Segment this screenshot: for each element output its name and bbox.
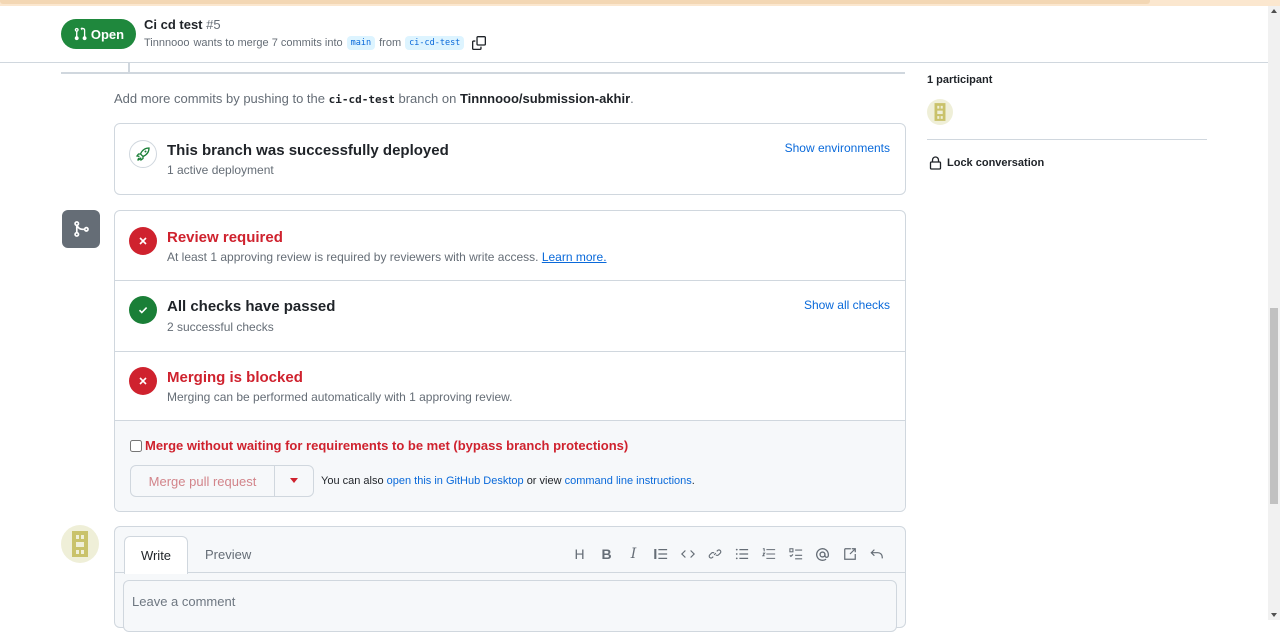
timeline-tick	[128, 63, 130, 72]
undo-icon[interactable]	[863, 544, 890, 564]
sidebar-divider	[927, 139, 1207, 140]
merge-button-group: Merge pull request	[130, 465, 314, 497]
x-icon	[129, 367, 157, 395]
add-commits-suffix: .	[630, 91, 634, 106]
pull-request-icon	[74, 27, 87, 41]
from-text: from	[379, 37, 402, 49]
merging-blocked-subtitle: Merging can be performed automatically w…	[167, 390, 513, 404]
x-icon	[129, 227, 157, 255]
comment-placeholder: Leave a comment	[132, 594, 236, 609]
status-badge-open: Open	[61, 19, 136, 49]
learn-more-link[interactable]: Learn more.	[542, 250, 607, 264]
rocket-icon	[129, 140, 157, 168]
tab-write[interactable]: Write	[124, 536, 188, 574]
deploy-subtitle: 1 active deployment	[167, 163, 274, 177]
triangle-down-icon	[290, 478, 298, 483]
checks-passed-row: All checks have passed 2 successful chec…	[115, 281, 905, 352]
link-icon[interactable]	[701, 544, 728, 564]
bypass-option[interactable]: Merge without waiting for requirements t…	[130, 438, 628, 453]
add-commits-repo[interactable]: Tinnnooo/submission-akhir	[460, 91, 630, 106]
also-suffix: .	[691, 475, 695, 487]
task-list-icon[interactable]	[782, 544, 809, 564]
also-prefix: You can also	[321, 475, 384, 487]
merging-blocked-row: Merging is blocked Merging can be perfor…	[115, 352, 905, 421]
ordered-list-icon[interactable]	[755, 544, 782, 564]
lock-icon	[929, 156, 942, 170]
comment-textarea[interactable]: Leave a comment	[123, 580, 897, 632]
scrollbar-thumb[interactable]	[1270, 308, 1278, 504]
pr-title-text: Ci cd test	[144, 17, 203, 32]
base-branch-tag[interactable]: main	[346, 36, 376, 50]
reference-icon[interactable]	[836, 544, 863, 564]
git-merge-icon	[62, 210, 100, 248]
merge-pull-request-button[interactable]: Merge pull request	[131, 466, 275, 496]
participants-count: 1 participant	[927, 74, 993, 86]
add-commits-mid: branch on	[398, 91, 457, 106]
top-strip-inner	[0, 0, 1150, 4]
open-github-desktop-link[interactable]: open this in GitHub Desktop	[387, 475, 524, 487]
show-environments-link[interactable]: Show environments	[785, 141, 890, 155]
bypass-checkbox[interactable]	[130, 439, 142, 452]
show-all-checks-link[interactable]: Show all checks	[804, 298, 890, 312]
tab-preview[interactable]: Preview	[205, 547, 251, 562]
comment-box: Write Preview H B I Leave a comment	[114, 526, 906, 632]
scroll-up-icon[interactable]	[1271, 9, 1277, 13]
markdown-toolbar: H B I	[566, 544, 890, 564]
avatar[interactable]	[61, 525, 99, 563]
bold-icon[interactable]: B	[593, 544, 620, 564]
scroll-down-icon[interactable]	[1271, 613, 1277, 617]
checks-passed-title: All checks have passed	[167, 298, 336, 315]
add-commits-hint: Add more commits by pushing to the ci-cd…	[114, 91, 634, 106]
review-required-title: Review required	[167, 229, 283, 246]
checks-passed-subtitle: 2 successful checks	[167, 320, 274, 334]
lock-conversation-button[interactable]: Lock conversation	[929, 156, 1044, 170]
sticky-header: Open Ci cd test #5 Tinnnooo wants to mer…	[0, 6, 1268, 63]
heading-icon[interactable]: H	[566, 544, 593, 564]
timeline-divider	[61, 72, 905, 74]
bypass-label: Merge without waiting for requirements t…	[145, 438, 629, 453]
pr-merge-text: wants to merge 7 commits into	[193, 37, 343, 49]
add-commits-branch: ci-cd-test	[328, 93, 395, 106]
also-mid: or view	[526, 475, 562, 487]
status-label: Open	[90, 26, 125, 42]
pr-number: #5	[206, 17, 221, 32]
merge-box: Review required At least 1 approving rev…	[114, 210, 906, 512]
merge-area: Merge without waiting for requirements t…	[115, 421, 905, 511]
participant-avatar[interactable]	[927, 99, 953, 125]
quote-icon[interactable]	[647, 544, 674, 564]
lock-label: Lock conversation	[947, 157, 1045, 169]
check-icon	[129, 296, 157, 324]
pr-title: Ci cd test #5	[144, 17, 221, 32]
review-required-text: At least 1 approving review is required …	[167, 250, 539, 264]
head-branch-tag[interactable]: ci-cd-test	[405, 36, 465, 50]
pr-author[interactable]: Tinnnooo	[144, 37, 189, 49]
review-required-subtitle: At least 1 approving review is required …	[167, 250, 607, 264]
merging-blocked-title: Merging is blocked	[167, 369, 303, 386]
code-icon[interactable]	[674, 544, 701, 564]
mention-icon[interactable]	[809, 544, 836, 564]
scrollbar[interactable]	[1268, 6, 1280, 620]
deployment-box: This branch was successfully deployed 1 …	[114, 123, 906, 195]
pr-meta: Tinnnooo wants to merge 7 commits into m…	[144, 36, 487, 50]
italic-icon[interactable]: I	[620, 544, 647, 564]
merge-alternatives: You can also open this in GitHub Desktop…	[321, 475, 695, 487]
add-commits-prefix: Add more commits by pushing to the	[114, 91, 325, 106]
merge-method-dropdown[interactable]	[275, 466, 313, 496]
review-required-row: Review required At least 1 approving rev…	[115, 211, 905, 281]
copy-icon[interactable]	[472, 36, 487, 50]
tab-divider	[115, 572, 905, 573]
command-line-instructions-link[interactable]: command line instructions	[565, 475, 692, 487]
unordered-list-icon[interactable]	[728, 544, 755, 564]
deploy-title: This branch was successfully deployed	[167, 142, 449, 159]
